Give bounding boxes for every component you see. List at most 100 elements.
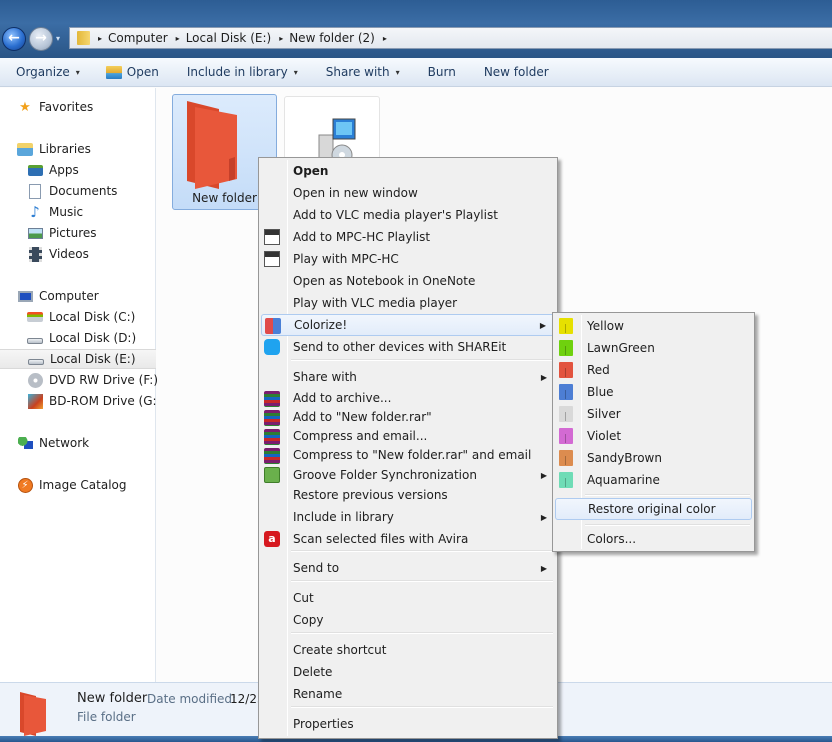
open-button[interactable]: Open [98, 61, 167, 83]
menu-item-include-in-library[interactable]: Include in library ▶ [261, 506, 555, 528]
burn-button[interactable]: Burn [420, 61, 464, 83]
menu-separator [291, 706, 553, 708]
color-option-blue[interactable]: Blue [555, 381, 752, 403]
menu-item-create-shortcut[interactable]: Create shortcut [261, 639, 555, 661]
menu-item-open[interactable]: Open [261, 160, 555, 182]
document-icon [27, 183, 43, 199]
sidebar-item-apps[interactable]: Apps [27, 160, 79, 180]
sidebar-item-drive-c[interactable]: Local Disk (C:) [27, 307, 135, 327]
colorize-icon [265, 318, 281, 334]
open-label: Open [126, 65, 159, 79]
system-drive-icon [27, 309, 43, 325]
breadcrumb-new-folder-2[interactable]: New folder (2) [289, 31, 375, 45]
orange-folder-icon [187, 101, 237, 189]
color-option-sandybrown[interactable]: SandyBrown [555, 447, 752, 469]
breadcrumb-separator-icon[interactable]: ▸ [279, 34, 283, 43]
sidebar-item-documents[interactable]: Documents [27, 181, 117, 201]
menu-item-rename[interactable]: Rename [261, 683, 555, 705]
menu-item-play-with-mpc-hc[interactable]: Play with MPC-HC [261, 248, 555, 270]
sidebar-item-pictures[interactable]: Pictures [27, 223, 97, 243]
color-option-label: Silver [587, 407, 621, 421]
color-option-label: Red [587, 363, 610, 377]
bd-rom-drive-icon [27, 393, 43, 409]
picture-icon [27, 225, 43, 241]
back-arrow-icon: ← [8, 30, 20, 46]
sidebar-item-label: Image Catalog [39, 478, 127, 492]
forward-button[interactable]: → [29, 27, 53, 51]
chevron-down-icon: ▾ [75, 67, 80, 77]
sidebar-item-label: Local Disk (C:) [49, 310, 136, 324]
menu-item-send-to[interactable]: Send to ▶ [261, 557, 555, 579]
menu-item-open-as-notebook-in-onenote[interactable]: Open as Notebook in OneNote [261, 270, 555, 292]
forward-arrow-icon: → [35, 30, 47, 46]
sidebar-item-videos[interactable]: Videos [27, 244, 89, 264]
sidebar-item-image-catalog[interactable]: ⚡ Image Catalog [17, 475, 126, 495]
back-button[interactable]: ← [2, 27, 26, 51]
new-folder-button[interactable]: New folder [476, 61, 557, 83]
sidebar-item-drive-g[interactable]: BD-ROM Drive (G:) D [27, 391, 174, 411]
menu-item-add-to-mpc-hc-playlist[interactable]: Add to MPC-HC Playlist [261, 226, 555, 248]
more-colors-item[interactable]: Colors... [555, 528, 752, 550]
menu-item-groove-folder-synchronization[interactable]: Groove Folder Synchronization ▶ [261, 464, 555, 486]
colored-folder-icon [559, 472, 573, 488]
breadcrumb-separator-icon[interactable]: ▸ [98, 34, 102, 43]
sidebar-item-drive-e[interactable]: Local Disk (E:) [0, 349, 156, 369]
address-bar[interactable]: ▸ Computer ▸ Local Disk (E:) ▸ New folde… [69, 27, 832, 49]
menu-item-delete[interactable]: Delete [261, 661, 555, 683]
breadcrumb-local-disk-e[interactable]: Local Disk (E:) [186, 31, 272, 45]
sidebar-item-music[interactable]: ♪ Music [27, 202, 83, 222]
menu-item-scan-selected-files-with-avira[interactable]: a Scan selected files with Avira [261, 528, 555, 550]
color-option-aquamarine[interactable]: Aquamarine [555, 469, 752, 491]
menu-item-add-to-new-folder-rar[interactable]: Add to "New folder.rar" [261, 407, 555, 426]
color-option-silver[interactable]: Silver [555, 403, 752, 425]
avira-icon: a [264, 531, 280, 547]
sidebar-item-favorites[interactable]: ★ Favorites [17, 97, 93, 117]
menu-item-open-in-new-window[interactable]: Open in new window [261, 182, 555, 204]
dvd-drive-icon [27, 372, 43, 388]
restore-original-color-item[interactable]: Restore original color [555, 498, 752, 520]
sidebar-item-libraries[interactable]: Libraries [17, 139, 91, 159]
file-item-installer[interactable] [284, 96, 380, 166]
sidebar-item-drive-f[interactable]: DVD RW Drive (F:) M [27, 370, 172, 390]
color-option-yellow[interactable]: Yellow [555, 315, 752, 337]
menu-item-play-with-vlc-media-player[interactable]: Play with VLC media player [261, 292, 555, 314]
sidebar-item-label: Local Disk (D:) [49, 331, 137, 345]
share-with-button[interactable]: Share with ▾ [318, 61, 408, 83]
menu-item-colorize[interactable]: Colorize! ▶ [261, 314, 555, 336]
menu-separator [585, 494, 750, 496]
recent-pages-button[interactable]: ▾ [56, 34, 60, 43]
submenu-arrow-icon: ▶ [540, 512, 547, 522]
menu-item-compress-and-email[interactable]: Compress and email... [261, 426, 555, 445]
menu-item-cut[interactable]: Cut [261, 587, 555, 609]
sidebar-item-label: Network [39, 436, 90, 450]
color-option-violet[interactable]: Violet [555, 425, 752, 447]
sidebar-item-network[interactable]: Network [17, 433, 89, 453]
sidebar-item-drive-d[interactable]: Local Disk (D:) [27, 328, 136, 348]
menu-item-compress-to-new-folder-rar-and-email[interactable]: Compress to "New folder.rar" and email [261, 445, 555, 464]
color-option-red[interactable]: Red [555, 359, 752, 381]
menu-item-share-with[interactable]: Share with ▶ [261, 366, 555, 388]
breadcrumb-computer[interactable]: Computer [108, 31, 168, 45]
menu-item-properties[interactable]: Properties [261, 713, 555, 735]
menu-item-restore-previous-versions[interactable]: Restore previous versions [261, 484, 555, 506]
sidebar-item-computer[interactable]: Computer [17, 286, 99, 306]
menu-item-label: Restore previous versions [293, 488, 448, 502]
colored-folder-icon [559, 450, 573, 466]
organize-button[interactable]: Organize ▾ [8, 61, 88, 83]
menu-item-label: Add to archive... [293, 390, 392, 405]
computer-icon [17, 288, 33, 304]
include-in-library-button[interactable]: Include in library ▾ [179, 61, 306, 83]
menu-item-add-to-vlc-media-player-s-playlist[interactable]: Add to VLC media player's Playlist [261, 204, 555, 226]
menu-item-label: Delete [293, 665, 333, 679]
menu-item-add-to-archive[interactable]: Add to archive... [261, 388, 555, 407]
color-option-lawngreen[interactable]: LawnGreen [555, 337, 752, 359]
color-option-label: LawnGreen [587, 341, 655, 355]
menu-item-label: Open as Notebook in OneNote [293, 274, 476, 288]
menu-item-send-to-other-devices-with-shareit[interactable]: Send to other devices with SHAREit [261, 336, 555, 358]
breadcrumb-separator-icon[interactable]: ▸ [176, 34, 180, 43]
breadcrumb-separator-icon[interactable]: ▸ [383, 34, 387, 43]
menu-item-copy[interactable]: Copy [261, 609, 555, 631]
colored-folder-icon [559, 406, 573, 422]
open-folder-icon [105, 65, 122, 79]
new-folder-label: New folder [483, 65, 549, 79]
